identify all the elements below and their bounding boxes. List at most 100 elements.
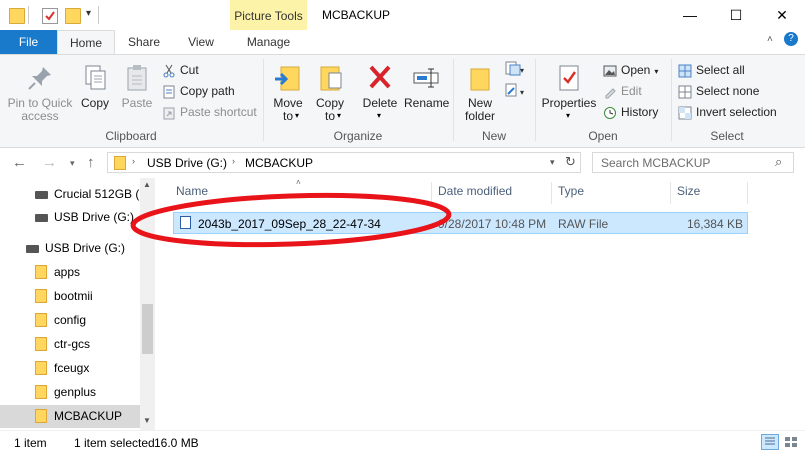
selection-size: 16.0 MB (154, 436, 199, 450)
nav-scrollbar[interactable]: ▲ ▼ (140, 178, 155, 430)
folder-icon (35, 385, 47, 399)
recent-locations-icon[interactable]: ▾ (70, 158, 75, 169)
file-size: 16,384 KB (686, 217, 743, 231)
properties-dropdown-icon: ▾ (566, 111, 571, 120)
tab-view[interactable]: View (175, 30, 227, 54)
copy-button[interactable]: Copy (76, 63, 114, 110)
address-dropdown-icon[interactable]: ▾ (550, 157, 555, 168)
column-divider[interactable] (431, 182, 432, 204)
delete-button[interactable]: Delete (360, 63, 400, 110)
new-item-icon[interactable]: ▾ (505, 61, 525, 77)
forward-arrow-icon[interactable]: → (42, 154, 57, 171)
properties-button[interactable]: Properties (540, 63, 598, 110)
new-folder-label-line2: folder (464, 109, 496, 123)
pin-to-quick-access-button[interactable]: Pin to Quick access (4, 63, 76, 123)
breadcrumb-usb-drive[interactable]: USB Drive (G:) (147, 156, 227, 170)
search-input[interactable]: Search MCBACKUP ⌕ (592, 152, 794, 173)
nav-item-usb-drive-quick[interactable]: USB Drive (G:) (0, 206, 140, 229)
nav-item-usb-drive[interactable]: USB Drive (G:) (0, 237, 140, 260)
open-dropdown-icon: ▾ (654, 67, 659, 76)
invert-selection-button[interactable]: Invert selection (678, 103, 777, 121)
nav-item-mcbackup[interactable]: MCBACKUP (0, 405, 140, 428)
easy-access-icon[interactable]: ▾ (505, 83, 525, 99)
up-arrow-icon[interactable]: ↑ (87, 154, 95, 171)
file-row[interactable]: 2043b_2017_09Sep_28_22-47-34 9/28/2017 1… (173, 212, 748, 234)
nav-item-config[interactable]: config (0, 309, 140, 332)
new-folder-button[interactable]: New folder (460, 63, 500, 123)
invert-selection-label: Invert selection (696, 105, 777, 119)
tab-home[interactable]: Home (57, 30, 115, 54)
paste-button[interactable]: Paste (118, 63, 156, 110)
collapse-ribbon-icon[interactable]: ˄ (767, 34, 773, 45)
status-bar: 1 item 1 item selected 16.0 MB (0, 430, 805, 455)
open-button[interactable]: Open ▾ (603, 61, 658, 79)
minimize-button[interactable]: — (667, 0, 713, 30)
maximize-button[interactable]: ☐ (713, 0, 759, 30)
address-bar[interactable]: › USB Drive (G:) › MCBACKUP ▾ ↻ (107, 152, 581, 173)
column-header-type[interactable]: Type (558, 184, 584, 198)
tab-manage[interactable]: Manage (230, 30, 307, 54)
folder-icon (35, 361, 47, 375)
move-to-button[interactable]: Move to (270, 63, 306, 123)
paste-shortcut-button[interactable]: Paste shortcut (162, 103, 257, 121)
properties-quick-icon[interactable] (42, 8, 58, 24)
tab-share[interactable]: Share (118, 30, 170, 54)
back-arrow-icon[interactable]: ← (12, 154, 27, 171)
column-divider[interactable] (551, 182, 552, 204)
large-icons-view-icon[interactable] (782, 434, 800, 450)
nav-item-label: Crucial 512GB (F (54, 187, 140, 201)
breadcrumb-separator-icon: › (132, 156, 135, 166)
select-none-button[interactable]: Select none (678, 82, 759, 100)
breadcrumb-mcbackup[interactable]: MCBACKUP (245, 156, 313, 170)
new-folder-quick-icon[interactable] (65, 8, 81, 24)
folder-icon (35, 265, 47, 279)
close-button[interactable]: ✕ (759, 0, 805, 30)
svg-text:▾: ▾ (520, 66, 524, 75)
invert-selection-icon (678, 106, 692, 120)
search-icon[interactable]: ⌕ (775, 154, 782, 170)
nav-item-ctr-gcs[interactable]: ctr-gcs (0, 333, 140, 356)
scroll-down-icon[interactable]: ▼ (143, 416, 151, 425)
copy-label: Copy (80, 96, 109, 110)
nav-item-bootmii[interactable]: bootmii (0, 285, 140, 308)
nav-item-label: apps (54, 265, 81, 279)
select-all-label: Select all (696, 63, 745, 77)
column-divider[interactable] (670, 182, 671, 204)
copy-to-icon (315, 63, 345, 93)
nav-item-crucial-drive[interactable]: Crucial 512GB (F (0, 183, 140, 206)
move-to-icon (273, 63, 303, 93)
column-divider[interactable] (747, 182, 748, 204)
nav-item-apps[interactable]: apps (0, 261, 140, 284)
copy-to-button[interactable]: Copy to (312, 63, 348, 123)
copy-icon (80, 63, 110, 93)
nav-item-genplus[interactable]: genplus (0, 381, 140, 404)
rename-button[interactable]: Rename (404, 63, 450, 110)
pin-icon (25, 63, 55, 93)
nav-item-label: MCBACKUP (54, 409, 123, 423)
selection-count: 1 item selected (74, 436, 155, 450)
window-title: MCBACKUP (322, 8, 391, 22)
column-header-date-modified[interactable]: Date modified (438, 184, 512, 198)
help-icon[interactable]: ? (784, 32, 798, 46)
properties-check-icon (554, 63, 584, 93)
scissors-icon (162, 64, 176, 78)
column-header-name[interactable]: Name (176, 184, 208, 198)
cut-button[interactable]: Cut (162, 61, 199, 79)
rename-label: Rename (404, 96, 450, 110)
tab-file[interactable]: File (0, 30, 57, 54)
delete-x-icon (365, 63, 395, 93)
scroll-up-icon[interactable]: ▲ (143, 180, 151, 189)
details-view-icon[interactable] (761, 434, 779, 450)
customize-quick-access-icon[interactable]: ▾ (86, 8, 91, 19)
breadcrumb-separator-icon: › (232, 156, 235, 166)
refresh-icon[interactable]: ↻ (565, 154, 576, 170)
edit-button[interactable]: Edit (603, 82, 642, 100)
copy-path-button[interactable]: Copy path (162, 82, 235, 100)
select-all-button[interactable]: Select all (678, 61, 745, 79)
picture-tools-header: Picture Tools (230, 0, 307, 31)
column-header-size[interactable]: Size (677, 184, 700, 198)
scroll-thumb[interactable] (142, 304, 153, 354)
new-group-label: New (481, 129, 506, 143)
nav-item-fceugx[interactable]: fceugx (0, 357, 140, 380)
history-button[interactable]: History (603, 103, 658, 121)
